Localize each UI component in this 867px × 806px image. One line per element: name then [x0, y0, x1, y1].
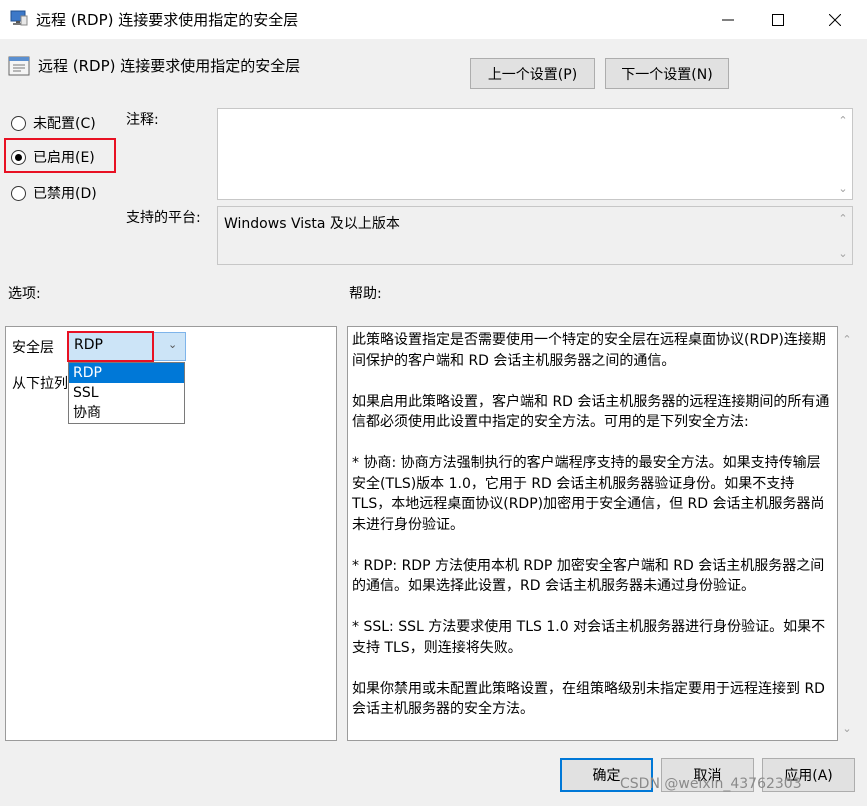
help-text: 此策略设置指定是否需要使用一个特定的安全层在远程桌面协议(RDP)连接期间保护的…	[352, 330, 834, 720]
dropdown-option-negotiate[interactable]: 协商	[69, 403, 184, 423]
comment-label: 注释:	[126, 112, 159, 128]
comment-textarea[interactable]: ⌃ ⌄	[217, 108, 853, 200]
help-paragraph: 此策略设置指定是否需要使用一个特定的安全层在远程桌面协议(RDP)连接期间保护的…	[352, 332, 826, 369]
policy-title: 远程 (RDP) 连接要求使用指定的安全层	[38, 57, 301, 75]
maximize-button[interactable]	[753, 0, 803, 39]
dropdown-option-ssl[interactable]: SSL	[69, 383, 184, 403]
scroll-down-icon[interactable]: ⌄	[834, 179, 852, 197]
scroll-down-icon[interactable]: ⌄	[834, 244, 852, 262]
help-scrollbar[interactable]: ⌃ ⌄	[838, 326, 856, 741]
help-paragraph: * RDP: RDP 方法使用本机 RDP 加密安全客户端和 RD 会话主机服务…	[352, 557, 825, 595]
minimize-icon	[722, 19, 734, 20]
maximize-icon	[772, 13, 784, 26]
watermark-text: CSDN @weixin_43762303	[620, 776, 802, 792]
close-icon	[829, 13, 841, 26]
comment-scrollbar[interactable]: ⌃ ⌄	[834, 109, 852, 199]
help-paragraph: * SSL: SSL 方法要求使用 TLS 1.0 对会话主机服务器进行身份验证…	[352, 619, 826, 656]
radio-label: 未配置(C)	[33, 116, 96, 132]
help-section-label: 帮助:	[349, 286, 382, 302]
enabled-annotation-box	[4, 138, 116, 173]
radio-not-configured[interactable]: 未配置(C)	[11, 112, 96, 134]
dropdown-option-rdp[interactable]: RDP	[69, 363, 184, 383]
options-section-label: 选项:	[8, 286, 41, 302]
radio-circle[interactable]	[11, 185, 26, 201]
platform-label: 支持的平台:	[126, 210, 201, 226]
policy-setting-icon	[8, 55, 30, 77]
radio-circle[interactable]	[11, 115, 26, 131]
platform-scrollbar[interactable]: ⌃ ⌄	[834, 207, 852, 264]
security-layer-dropdown[interactable]: RDP SSL 协商	[68, 362, 185, 424]
help-paragraph: 如果启用此策略设置，客户端和 RD 会话主机服务器的远程连接期间的所有通信都必须…	[352, 393, 830, 431]
window-title: 远程 (RDP) 连接要求使用指定的安全层	[36, 11, 299, 29]
policy-monitor-icon	[10, 10, 28, 26]
chevron-down-icon[interactable]: ⌄	[168, 338, 177, 351]
options-description-text: 从下拉列	[12, 376, 68, 392]
close-button[interactable]	[810, 0, 860, 39]
minimize-button[interactable]	[703, 0, 753, 39]
scroll-down-icon[interactable]: ⌄	[838, 719, 856, 737]
next-setting-button[interactable]: 下一个设置(N)	[605, 58, 729, 89]
platform-value: Windows Vista 及以上版本	[224, 216, 400, 232]
previous-setting-button[interactable]: 上一个设置(P)	[470, 58, 595, 89]
help-paragraph: * 协商: 协商方法强制执行的客户端程序支持的最安全方法。如果支持传输层安全(T…	[352, 455, 825, 533]
select-annotation-box	[67, 331, 154, 362]
scroll-up-icon[interactable]: ⌃	[834, 111, 852, 129]
security-layer-label: 安全层	[12, 340, 54, 356]
platform-box: Windows Vista 及以上版本 ⌃ ⌄	[217, 206, 853, 265]
radio-label: 已禁用(D)	[33, 186, 97, 202]
help-panel: 此策略设置指定是否需要使用一个特定的安全层在远程桌面协议(RDP)连接期间保护的…	[347, 326, 838, 741]
scroll-up-icon[interactable]: ⌃	[834, 209, 852, 227]
scroll-up-icon[interactable]: ⌃	[838, 330, 856, 348]
radio-disabled[interactable]: 已禁用(D)	[11, 182, 97, 204]
help-paragraph: 如果你禁用或未配置此策略设置，在组策略级别未指定要用于远程连接到 RD 会话主机…	[352, 680, 825, 718]
